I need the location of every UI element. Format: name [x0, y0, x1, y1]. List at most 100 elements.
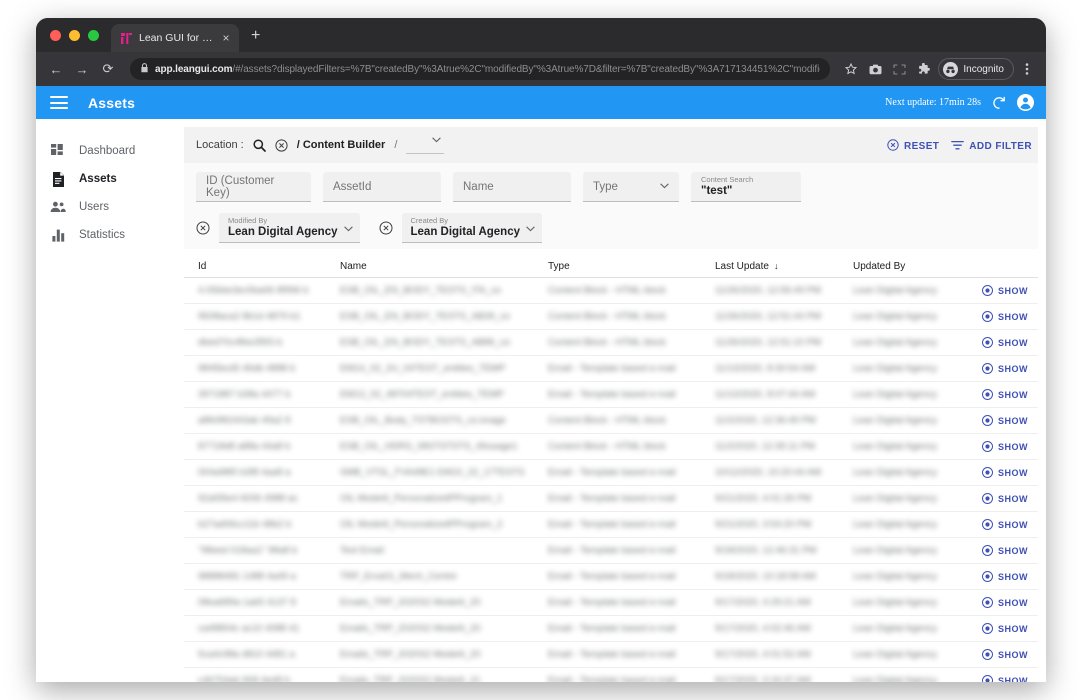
- show-button[interactable]: SHOW: [980, 545, 1028, 556]
- chip-value: Lean Digital Agency: [228, 226, 338, 239]
- cell-last-update: 9/18/2020, 12:46:31 PM: [715, 545, 817, 556]
- add-filter-button[interactable]: ADD FILTER: [951, 140, 1032, 154]
- table-row[interactable]: 5ca4c98a d810 4481 a Emails_TRP_2020S2 Mo…: [184, 642, 1038, 668]
- remove-created-by-filter-icon[interactable]: [379, 221, 393, 235]
- table-row[interactable]: ca48804c ac10 4088 41 Emails_TRP_2020S2 M…: [184, 616, 1038, 642]
- id-customer-key-input[interactable]: ID (Customer Key): [196, 172, 311, 202]
- close-window-button[interactable]: [50, 30, 61, 41]
- show-button[interactable]: SHOW: [980, 571, 1028, 582]
- leangui-logo-icon: [120, 32, 133, 45]
- cell-id: ca48804c ac10 4088 41: [198, 623, 300, 634]
- cell-id: dbed70c4fbe2f5f3 b: [198, 337, 282, 348]
- chevron-down-icon: [660, 182, 669, 191]
- modified-by-filter[interactable]: Modified By Lean Digital Agency: [219, 213, 360, 243]
- hamburger-menu-icon[interactable]: [50, 96, 68, 109]
- cell-id: 004a98f0 b3f8 4aa8 a: [198, 467, 291, 478]
- name-input[interactable]: Name: [453, 172, 571, 202]
- breadcrumb[interactable]: / Content Builder: [297, 139, 386, 151]
- camera-icon[interactable]: [864, 58, 886, 80]
- maximize-window-button[interactable]: [88, 30, 99, 41]
- cell-last-update: 11/26/2020, 12:51:10 PM: [715, 337, 821, 348]
- cell-updated-by: Lean Digital Agency: [853, 597, 937, 608]
- table-row[interactable]: 4.05bbe3ec5ba06 8f996 b ESB_OIL_EN_BODY_T…: [184, 278, 1038, 304]
- search-icon[interactable]: [253, 138, 266, 152]
- show-button[interactable]: SHOW: [980, 441, 1028, 452]
- cell-updated-by: Lean Digital Agency: [853, 623, 937, 634]
- column-header-last-update[interactable]: Last Update ↓: [715, 261, 853, 272]
- table-row[interactable]: 98888481 1488 4a49 a TRP_Erva01_Mech_Cent…: [184, 564, 1038, 590]
- clear-location-icon[interactable]: [275, 138, 288, 152]
- table-row[interactable]: 92af35e4 6006 4988 ac OIL Model4_Personal…: [184, 486, 1038, 512]
- sort-arrow-down-icon: ↓: [773, 260, 779, 271]
- table-row[interactable]: dbed70c4fbe2f5f3 b ESB_OIL_EN_BODY_TESTS_…: [184, 330, 1038, 356]
- show-button[interactable]: SHOW: [980, 519, 1028, 530]
- cell-type: Email - Template based e-mail: [548, 545, 676, 556]
- column-header-updated-by[interactable]: Updated By: [853, 261, 980, 272]
- account-circle-icon[interactable]: [1017, 94, 1034, 111]
- column-header-type[interactable]: Type: [548, 261, 715, 272]
- show-button[interactable]: SHOW: [980, 467, 1028, 478]
- extensions-icon[interactable]: [912, 58, 934, 80]
- cell-updated-by: Lean Digital Agency: [853, 545, 937, 556]
- table-row[interactable]: 08ea689a 1ab5 4137 8 Emails_TRP_2020S2 Mo…: [184, 590, 1038, 616]
- type-select[interactable]: Type: [583, 172, 679, 202]
- remove-modified-by-filter-icon[interactable]: [196, 221, 210, 235]
- close-icon[interactable]: ×: [219, 32, 233, 44]
- sidebar-item-statistics[interactable]: Statistics: [36, 221, 184, 249]
- assets-table: Id Name Type Last Update ↓ Updated By 4.0…: [184, 255, 1038, 682]
- cell-updated-by: Lean Digital Agency: [853, 363, 937, 374]
- table-row[interactable]: 004a98f0 b3f8 4aa8 a SMB_VTSL_FVA48E1 EM1…: [184, 460, 1038, 486]
- table-row[interactable]: b27ad06cc11b 48b2 b OIL Model4_Personaliz…: [184, 512, 1038, 538]
- cell-name: Test Email: [340, 545, 384, 556]
- show-button[interactable]: SHOW: [980, 415, 1028, 426]
- table-row[interactable]: "98eed 018aa1" 98a8 b Test Email Email - T…: [184, 538, 1038, 564]
- forward-icon[interactable]: →: [70, 57, 94, 81]
- sidebar-item-assets[interactable]: Assets: [36, 165, 184, 193]
- minimize-window-button[interactable]: [69, 30, 80, 41]
- asset-id-input[interactable]: AssetId: [323, 172, 441, 202]
- bar-chart-icon: [50, 229, 66, 242]
- cell-name: OIL Model4_PersonalizedPProgram_1: [340, 493, 503, 504]
- show-button[interactable]: SHOW: [980, 493, 1028, 504]
- show-button[interactable]: SHOW: [980, 597, 1028, 608]
- table-row[interactable]: 3971887 b38a 4477 b EM13_02_48704TEST_ent…: [184, 382, 1038, 408]
- column-header-id[interactable]: Id: [198, 261, 340, 272]
- browser-tab[interactable]: Lean GUI for SFMC ×: [111, 24, 239, 52]
- show-button[interactable]: SHOW: [980, 337, 1028, 348]
- show-button[interactable]: SHOW: [980, 389, 1028, 400]
- new-tab-button[interactable]: +: [251, 28, 260, 44]
- table-row[interactable]: 87718d8 a88a 44a8 b ESB_OIL_HDRS_08STSTST…: [184, 434, 1038, 460]
- show-button[interactable]: SHOW: [980, 649, 1028, 660]
- cast-icon[interactable]: [888, 58, 910, 80]
- sidebar-item-users[interactable]: Users: [36, 193, 184, 221]
- eye-icon: [982, 623, 993, 634]
- table-row[interactable]: 9508aca2 8b1d 4879 b1 ESB_OIL_EN_BODY_TES…: [184, 304, 1038, 330]
- back-icon[interactable]: ←: [44, 57, 68, 81]
- incognito-indicator[interactable]: Incognito: [938, 58, 1014, 80]
- breadcrumb-folder-select[interactable]: [406, 136, 445, 154]
- content-search-input[interactable]: Content Search "test": [691, 172, 801, 202]
- menu-kebab-icon[interactable]: [1016, 58, 1038, 80]
- show-button[interactable]: SHOW: [980, 311, 1028, 322]
- cell-updated-by: Lean Digital Agency: [853, 493, 937, 504]
- show-button[interactable]: SHOW: [980, 675, 1028, 682]
- reset-button[interactable]: RESET: [887, 139, 939, 154]
- table-row[interactable]: a8fe982443ab 49a2 8 ESB_OIL_Body_TSTBOSTS…: [184, 408, 1038, 434]
- eye-icon: [982, 311, 993, 322]
- sidebar-item-dashboard[interactable]: Dashboard: [36, 137, 184, 165]
- address-bar[interactable]: app.leangui.com/#/assets?displayedFilter…: [130, 58, 831, 80]
- reload-icon[interactable]: ⟳: [96, 57, 120, 81]
- column-header-name[interactable]: Name: [340, 261, 548, 272]
- cell-id: 4.05bbe3ec5ba06 8f996 b: [198, 285, 309, 296]
- table-row[interactable]: 9845bcd5 46db 4888 b EM14_02_2U_04TEST_en…: [184, 356, 1038, 382]
- refresh-icon[interactable]: [992, 96, 1006, 110]
- created-by-filter[interactable]: Created By Lean Digital Agency: [401, 213, 542, 243]
- show-button[interactable]: SHOW: [980, 623, 1028, 634]
- incognito-label: Incognito: [963, 63, 1004, 75]
- show-label: SHOW: [998, 493, 1028, 504]
- cell-id: 5ca4c98a d810 4481 a: [198, 649, 295, 660]
- show-button[interactable]: SHOW: [980, 285, 1028, 296]
- star-icon[interactable]: [840, 58, 862, 80]
- show-button[interactable]: SHOW: [980, 363, 1028, 374]
- table-row[interactable]: c46754ab 908 4ed8 b Emails_TRP_2020S2 Mod…: [184, 668, 1038, 682]
